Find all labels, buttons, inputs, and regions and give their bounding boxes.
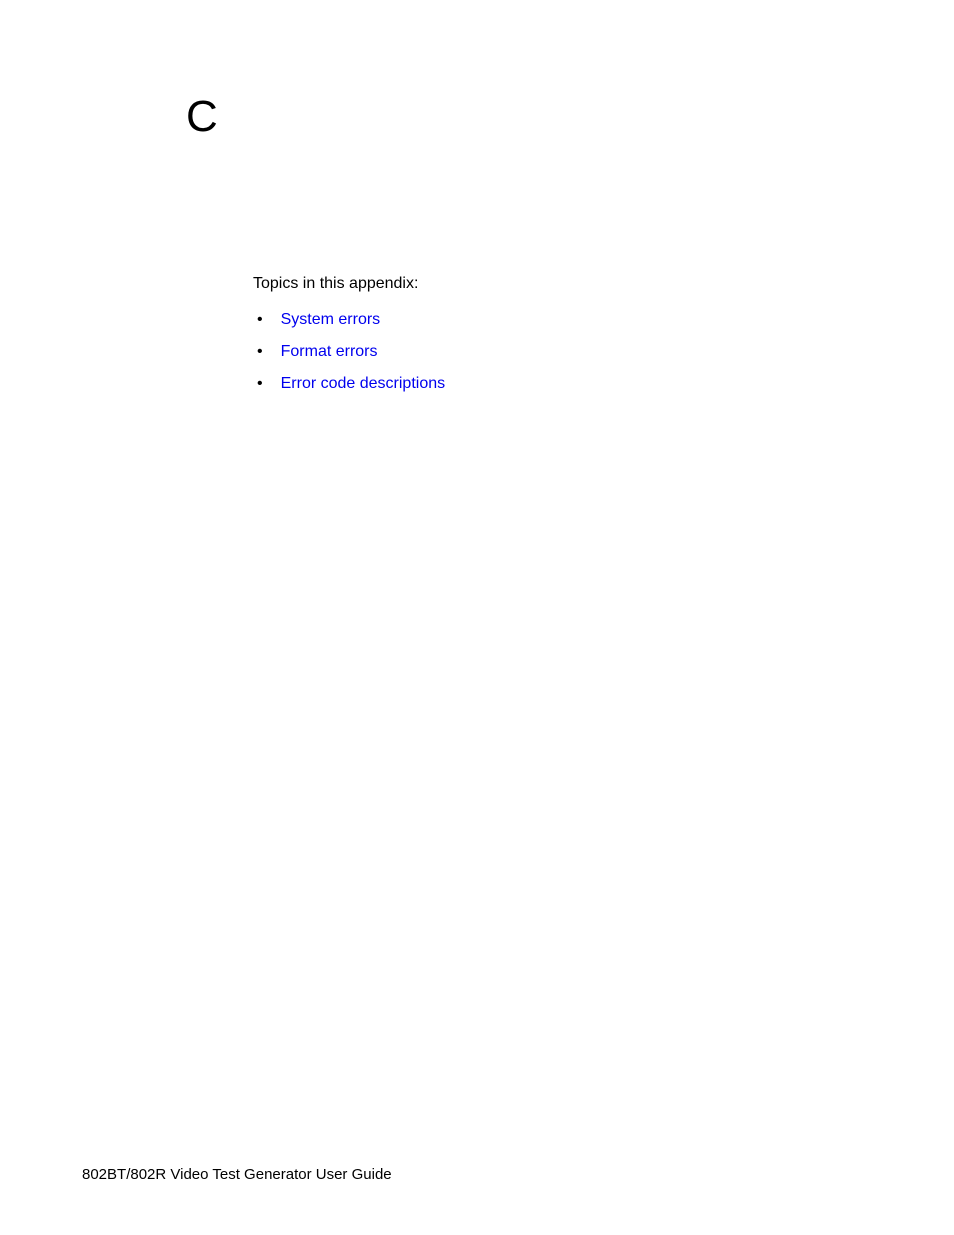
footer-text: 802BT/802R Video Test Generator User Gui…	[82, 1166, 392, 1183]
link-system-errors[interactable]: System errors	[281, 311, 381, 329]
intro-text: Topics in this appendix:	[253, 275, 445, 293]
content-region: Topics in this appendix: • System errors…	[253, 275, 445, 407]
list-item: • Error code descriptions	[253, 375, 445, 393]
appendix-letter: C	[186, 92, 218, 142]
list-item: • Format errors	[253, 343, 445, 361]
bullet-icon: •	[257, 343, 263, 361]
bullet-icon: •	[257, 375, 263, 393]
bullet-icon: •	[257, 311, 263, 329]
list-item: • System errors	[253, 311, 445, 329]
link-error-code-descriptions[interactable]: Error code descriptions	[281, 375, 446, 393]
link-format-errors[interactable]: Format errors	[281, 343, 378, 361]
topic-list: • System errors • Format errors • Error …	[253, 311, 445, 393]
